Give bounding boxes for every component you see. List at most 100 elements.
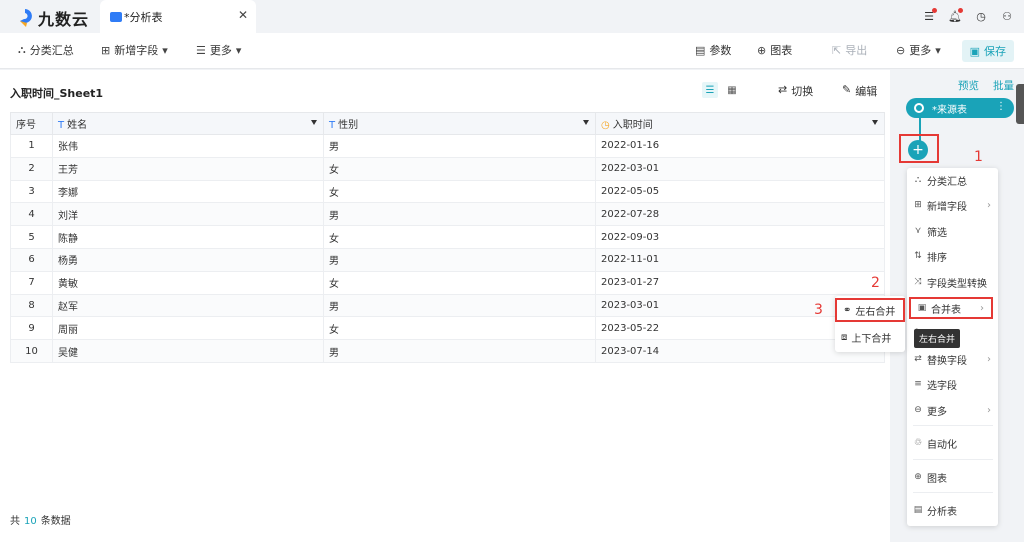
row-index-cell[interactable]: 8 — [10, 293, 53, 318]
logo[interactable]: 九数云 — [16, 6, 89, 30]
left-right-merge-icon: ⚭ — [843, 304, 852, 316]
column-header-gender[interactable]: T 性别 — [323, 112, 596, 135]
column-header-hire-date[interactable]: ◷ 入职时间 — [595, 112, 885, 135]
automation-icon: ♲ — [913, 438, 923, 448]
gender-cell[interactable]: 男 — [323, 339, 596, 363]
row-index-cell[interactable]: 3 — [10, 179, 53, 204]
menu-item-automation[interactable]: ♲ 自动化 — [907, 432, 998, 454]
hire-date-cell[interactable]: 2022-11-01 — [595, 247, 885, 272]
close-icon[interactable]: ✕ — [238, 8, 248, 22]
gender-cell[interactable]: 女 — [323, 270, 596, 295]
name-cell[interactable]: 刘洋 — [52, 202, 324, 227]
batch-link[interactable]: 批量 — [993, 78, 1014, 93]
row-index-cell[interactable]: 1 — [10, 134, 53, 158]
table-row[interactable]: 7 黄敏女 2023-01-27 — [10, 270, 885, 295]
timer-icon[interactable]: ◷ — [974, 9, 988, 23]
table-view-icon[interactable]: ☰ — [702, 82, 718, 98]
table-row[interactable]: 3 李娜女 2022-05-05 — [10, 179, 885, 204]
hire-date-cell[interactable]: 2023-01-27 — [595, 270, 885, 295]
hire-date-cell[interactable]: 2022-05-05 — [595, 179, 885, 204]
more-vertical-icon[interactable]: ⋮ — [996, 101, 1006, 112]
top-icons: ☰ 🔔︎ ◷ ⚇ — [922, 8, 1014, 23]
tab-label: *分析表 — [124, 10, 163, 24]
group-summary-button[interactable]: ⛬ 分类汇总 — [18, 42, 74, 58]
merge-top-bottom-option[interactable]: ⧈ 上下合并 — [835, 325, 905, 349]
more-toolbar-button[interactable]: ☰ 更多 ▾ — [196, 42, 241, 58]
gender-cell[interactable]: 女 — [323, 156, 596, 181]
name-cell[interactable]: 杨勇 — [52, 247, 324, 272]
add-field-icon: ⊞ — [914, 200, 922, 210]
source-table-node[interactable]: *来源表 ⋮ — [906, 98, 1014, 118]
gender-cell[interactable]: 男 — [323, 293, 596, 318]
chart-icon: ⊕ — [757, 43, 767, 57]
menu-item-filter[interactable]: ⋎ 筛选 — [907, 220, 998, 242]
side-panel-handle[interactable] — [1016, 84, 1024, 124]
table-row[interactable]: 6 杨勇男 2022-11-01 — [10, 247, 885, 272]
table-row[interactable]: 1 张伟男 2022-01-16 — [10, 134, 885, 158]
add-step-button[interactable]: + — [908, 140, 928, 160]
export-button[interactable]: ⇱ 导出 — [832, 42, 867, 58]
row-index-cell[interactable]: 4 — [10, 202, 53, 227]
menu-item-chart[interactable]: ⊕ 图表 — [907, 466, 998, 488]
top-bottom-merge-icon: ⧈ — [841, 331, 848, 343]
menu-item-replace[interactable]: ⇄ 替换字段 › — [907, 348, 998, 370]
name-cell[interactable]: 吴健 — [52, 339, 324, 363]
gender-cell[interactable]: 女 — [323, 316, 596, 341]
hire-date-cell[interactable]: 2022-01-16 — [595, 134, 885, 158]
table-row[interactable]: 9 周丽女 2023-05-22 — [10, 316, 885, 341]
column-header-name[interactable]: T 姓名 — [52, 112, 324, 135]
params-button[interactable]: ▤ 参数 — [695, 42, 731, 58]
merge-left-right-option[interactable]: ⚭ 左右合并 — [835, 298, 905, 322]
table-row[interactable]: 8 赵军男 2023-03-01 — [10, 293, 885, 318]
hire-date-cell[interactable]: 2022-09-03 — [595, 225, 885, 249]
column-dropdown-icon[interactable] — [583, 120, 589, 125]
edit-button[interactable]: ✎ 编辑 — [842, 83, 877, 99]
chart-button[interactable]: ⊕ 图表 — [757, 42, 792, 58]
tab-analysis[interactable]: *分析表 ✕ — [100, 0, 256, 33]
table-row[interactable]: 10 吴健男 2023-07-14 — [10, 339, 885, 363]
menu-item-merge[interactable]: ▣ 合并表 › — [909, 297, 993, 319]
name-cell[interactable]: 李娜 — [52, 179, 324, 204]
row-index-cell[interactable]: 6 — [10, 247, 53, 272]
switch-button[interactable]: ⇄ 切换 — [778, 83, 813, 99]
menu-item-analysis[interactable]: ▤ 分析表 — [907, 499, 998, 521]
table-row[interactable]: 5 陈静女 2022-09-03 — [10, 225, 885, 249]
name-cell[interactable]: 黄敏 — [52, 270, 324, 295]
hire-date-cell[interactable]: 2022-03-01 — [595, 156, 885, 181]
name-cell[interactable]: 陈静 — [52, 225, 324, 249]
card-view-icon[interactable]: ▦ — [724, 82, 740, 98]
row-index-cell[interactable]: 2 — [10, 156, 53, 181]
add-field-button[interactable]: ⊞ 新增字段 ▾ — [101, 42, 168, 58]
hire-date-cell[interactable]: 2022-07-28 — [595, 202, 885, 227]
row-index-cell[interactable]: 7 — [10, 270, 53, 295]
column-dropdown-icon[interactable] — [311, 120, 317, 125]
name-cell[interactable]: 赵军 — [52, 293, 324, 318]
table-row[interactable]: 2 王芳女 2022-03-01 — [10, 156, 885, 181]
more-right-button[interactable]: ⊖ 更多 ▾ — [896, 42, 941, 58]
chart-label: 图表 — [770, 44, 793, 57]
menu-item-more[interactable]: ⊖ 更多 › — [907, 399, 998, 421]
table-row[interactable]: 4 刘洋男 2022-07-28 — [10, 202, 885, 227]
save-button[interactable]: ▣ 保存 — [961, 40, 1014, 62]
task-list-icon[interactable]: ☰ — [922, 8, 937, 23]
gender-cell[interactable]: 男 — [323, 202, 596, 227]
column-dropdown-icon[interactable] — [872, 120, 878, 125]
row-index-cell[interactable]: 5 — [10, 225, 53, 249]
row-index-cell[interactable]: 9 — [10, 316, 53, 341]
user-icon[interactable]: ⚇ — [1000, 9, 1014, 23]
name-cell[interactable]: 周丽 — [52, 316, 324, 341]
menu-item-sort[interactable]: ⇅ 排序 — [907, 245, 998, 267]
notification-icon[interactable]: 🔔︎ — [948, 8, 963, 23]
gender-cell[interactable]: 女 — [323, 179, 596, 204]
name-cell[interactable]: 张伟 — [52, 134, 324, 158]
name-cell[interactable]: 王芳 — [52, 156, 324, 181]
menu-item-add-field[interactable]: ⊞ 新增字段 › — [907, 194, 998, 216]
gender-cell[interactable]: 男 — [323, 247, 596, 272]
gender-cell[interactable]: 女 — [323, 225, 596, 249]
row-index-cell[interactable]: 10 — [10, 339, 53, 363]
menu-item-group[interactable]: ⛬ 分类汇总 — [907, 169, 998, 191]
menu-item-convert[interactable]: ⤨ 字段类型转换 — [907, 271, 998, 293]
gender-cell[interactable]: 男 — [323, 134, 596, 158]
preview-link[interactable]: 预览 — [958, 78, 979, 93]
menu-item-select-field[interactable]: ≡ 选字段 — [907, 373, 998, 395]
